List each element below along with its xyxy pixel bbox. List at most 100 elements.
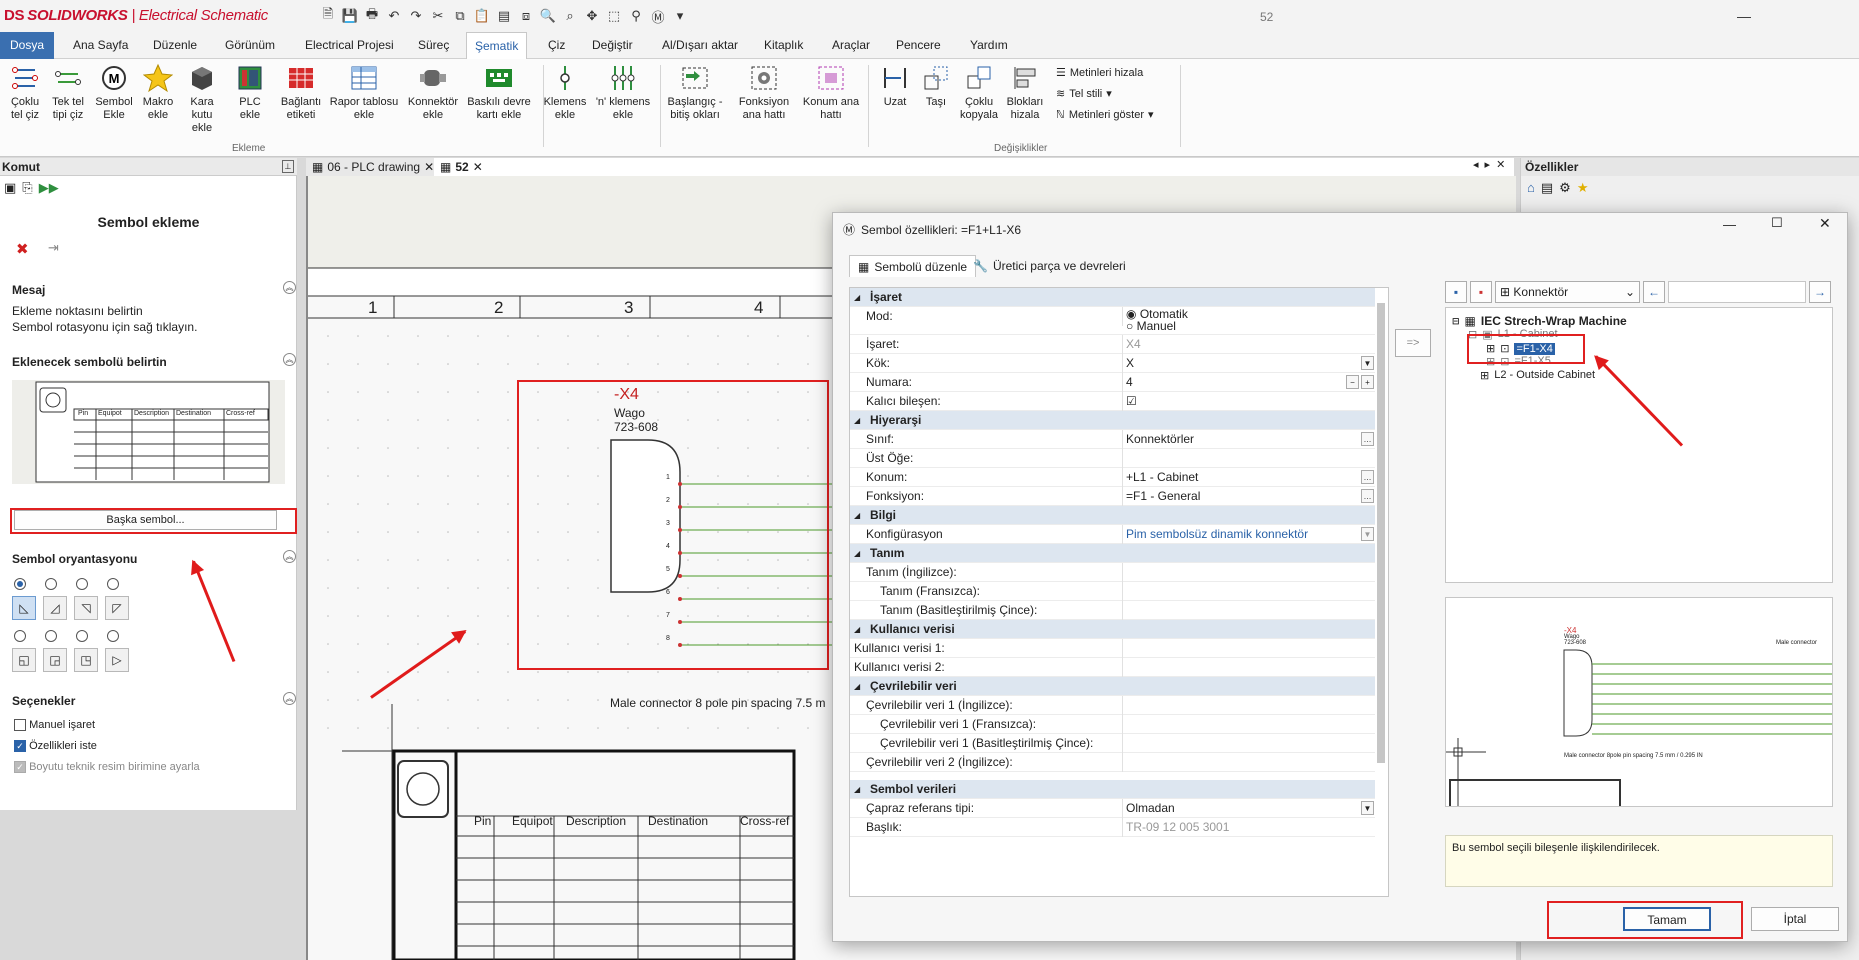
insert-symbol-button[interactable]: M Sembol Ekle bbox=[94, 63, 134, 122]
orientation-radio[interactable] bbox=[45, 630, 57, 642]
move-button[interactable]: Taşı bbox=[918, 63, 954, 109]
maximize-icon[interactable]: ☐ bbox=[1771, 215, 1783, 231]
home-icon[interactable]: ⌂ bbox=[1527, 180, 1535, 196]
menu-dosya[interactable]: Dosya bbox=[0, 32, 55, 59]
property-row[interactable]: Kullanıcı verisi 1: bbox=[850, 639, 1375, 658]
collapse-icon[interactable]: ︽ bbox=[283, 353, 296, 366]
insert-macro-button[interactable]: Makro ekle bbox=[138, 63, 178, 122]
ok-button[interactable]: Tamam bbox=[1623, 907, 1711, 931]
property-value[interactable] bbox=[1122, 582, 1375, 601]
property-category[interactable]: Sembol verileri ◢ bbox=[850, 780, 1375, 799]
menu-ana-sayfa[interactable]: Ana Sayfa bbox=[65, 32, 136, 59]
pin-icon[interactable]: ⊥ bbox=[282, 160, 294, 173]
menu-pencere[interactable]: Pencere bbox=[888, 32, 949, 59]
property-value[interactable]: Olmadan ▼ bbox=[1122, 799, 1375, 818]
property-row[interactable]: Üst Öğe: bbox=[850, 449, 1375, 468]
orientation-radio[interactable] bbox=[107, 630, 119, 642]
save-icon[interactable]: 💾 bbox=[340, 6, 360, 26]
property-value[interactable] bbox=[1122, 753, 1375, 772]
close-icon[interactable]: ✕ bbox=[1819, 215, 1831, 232]
property-row[interactable]: Mod: ◉ Otomatik ○ Manuel bbox=[850, 307, 1375, 335]
menu-kitaplik[interactable]: Kitaplık bbox=[756, 32, 811, 59]
menu-yardim[interactable]: Yardım bbox=[962, 32, 1016, 59]
property-value[interactable] bbox=[1122, 601, 1375, 620]
property-category[interactable]: Bilgi ◢ bbox=[850, 506, 1375, 525]
property-category[interactable]: Hiyerarşi ◢ bbox=[850, 411, 1375, 430]
search-input[interactable] bbox=[1668, 281, 1806, 303]
dropdown-icon[interactable]: ▼ bbox=[1361, 356, 1374, 370]
mirror-90-icon[interactable]: ◲ bbox=[43, 648, 67, 672]
cancel-icon[interactable]: ✖ bbox=[16, 240, 29, 258]
paste-icon[interactable]: 📋 bbox=[472, 6, 492, 26]
single-wire-button[interactable]: Tek tel tipi çiz bbox=[48, 63, 88, 122]
menu-ciz[interactable]: Çiz bbox=[540, 32, 573, 59]
dropdown-icon[interactable]: ▼ bbox=[1361, 801, 1374, 815]
dropdown-icon[interactable]: ▼ bbox=[1361, 527, 1374, 541]
menu-surec[interactable]: Süreç bbox=[410, 32, 457, 59]
tree-root[interactable]: ⊟ ▦ IEC Strech-Wrap Machine bbox=[1452, 314, 1627, 328]
play-icon[interactable]: ▶▶ bbox=[39, 180, 59, 196]
close-icon[interactable]: ✕ bbox=[473, 158, 483, 176]
property-row[interactable]: Tanım (Fransızca): bbox=[850, 582, 1375, 601]
property-value[interactable] bbox=[1122, 734, 1375, 753]
menu-sematik[interactable]: Şematik bbox=[466, 32, 528, 59]
qat-dropdown-icon[interactable]: ▾ bbox=[670, 6, 690, 26]
copy-icon[interactable]: ⧉ bbox=[450, 6, 470, 26]
property-row[interactable]: Çevrilebilir veri 1 (Fransızca): bbox=[850, 715, 1375, 734]
minimize-button[interactable]: — bbox=[1721, 0, 1767, 32]
checkbox-checked-icon[interactable]: ☑ bbox=[1126, 394, 1137, 408]
property-row[interactable]: Numara: 4− + bbox=[850, 373, 1375, 392]
tree-tool-icon[interactable]: ▪ bbox=[1470, 281, 1492, 303]
category-collapse-icon[interactable]: ◢ bbox=[854, 544, 860, 563]
pushpin-icon[interactable]: ⇥ bbox=[48, 240, 59, 256]
category-collapse-icon[interactable]: ◢ bbox=[854, 411, 860, 430]
tab-edit-symbol[interactable]: ▦ Sembolü düzenle bbox=[849, 255, 977, 277]
insert-pcb-button[interactable]: Baskılı devre kartı ekle bbox=[464, 63, 534, 122]
category-collapse-icon[interactable]: ◢ bbox=[854, 506, 860, 525]
property-category[interactable]: İşaret ◢ bbox=[850, 288, 1375, 307]
property-row[interactable]: Çapraz referans tipi: Olmadan ▼ bbox=[850, 799, 1375, 818]
type-select[interactable]: ⊞ Konnektör ⌄ bbox=[1495, 281, 1640, 303]
close-icon[interactable]: ✕ bbox=[1496, 158, 1505, 171]
property-value[interactable] bbox=[1122, 563, 1375, 582]
insert-blackbox-button[interactable]: Kara kutu ekle bbox=[180, 63, 224, 135]
wire-style-button[interactable]: ≋ Tel stili ▾ bbox=[1056, 87, 1112, 101]
menu-al-disari-aktar[interactable]: Al/Dışarı aktar bbox=[654, 32, 746, 59]
checkbox[interactable] bbox=[14, 719, 26, 732]
property-row[interactable]: Fonksiyon: =F1 - General… bbox=[850, 487, 1375, 506]
property-value[interactable] bbox=[1122, 715, 1375, 734]
property-value[interactable] bbox=[1122, 658, 1375, 677]
radio-manuel[interactable]: ○ Manuel bbox=[1126, 320, 1375, 332]
undo-icon[interactable]: ↶ bbox=[384, 6, 404, 26]
property-value[interactable]: Konnektörler… bbox=[1122, 430, 1375, 449]
zoom-icon[interactable]: 🔍 bbox=[538, 6, 558, 26]
clipboard-icon[interactable]: ▤ bbox=[494, 6, 514, 26]
property-value[interactable]: ◉ Otomatik ○ Manuel bbox=[1122, 307, 1375, 332]
menu-degistir[interactable]: Değiştir bbox=[584, 32, 641, 59]
minus-icon[interactable]: − bbox=[1346, 375, 1359, 389]
property-value[interactable]: X ▼ bbox=[1122, 354, 1375, 373]
checkbox-checked[interactable]: ✓ bbox=[14, 740, 26, 753]
orientation-radio[interactable] bbox=[45, 578, 57, 590]
category-collapse-icon[interactable]: ◢ bbox=[854, 677, 860, 696]
collapse-icon[interactable]: ︽ bbox=[283, 281, 296, 294]
orientation-180-icon[interactable]: ◹ bbox=[74, 596, 98, 620]
insert-connector-button[interactable]: Konnektör ekle bbox=[404, 63, 462, 122]
show-texts-button[interactable]: ℕ Metinleri göster ▾ bbox=[1056, 108, 1154, 122]
orientation-radio[interactable] bbox=[14, 630, 26, 642]
orientation-0-icon[interactable]: ◺ bbox=[12, 596, 36, 620]
insert-terminal-button[interactable]: Klemens ekle bbox=[542, 63, 588, 122]
property-row[interactable]: İşaret: X4 bbox=[850, 335, 1375, 354]
star-icon[interactable]: ★ bbox=[1577, 180, 1589, 196]
panel-icon-1[interactable]: ▣ bbox=[4, 180, 16, 196]
collapse-icon[interactable]: ︽ bbox=[283, 550, 296, 563]
insert-n-terminals-button[interactable]: 'n' klemens ekle bbox=[590, 63, 656, 122]
property-value[interactable]: +L1 - Cabinet… bbox=[1122, 468, 1375, 487]
orientation-radio[interactable] bbox=[76, 578, 88, 590]
minimize-icon[interactable]: — bbox=[1723, 217, 1736, 232]
function-outline-button[interactable]: Fonksiyon ana hattı bbox=[730, 63, 798, 122]
category-collapse-icon[interactable]: ◢ bbox=[854, 620, 860, 639]
category-collapse-icon[interactable]: ◢ bbox=[854, 780, 860, 799]
property-row[interactable]: Çevrilebilir veri 2 (İngilizce): bbox=[850, 753, 1375, 772]
location-outline-button[interactable]: Konum ana hattı bbox=[796, 63, 866, 122]
